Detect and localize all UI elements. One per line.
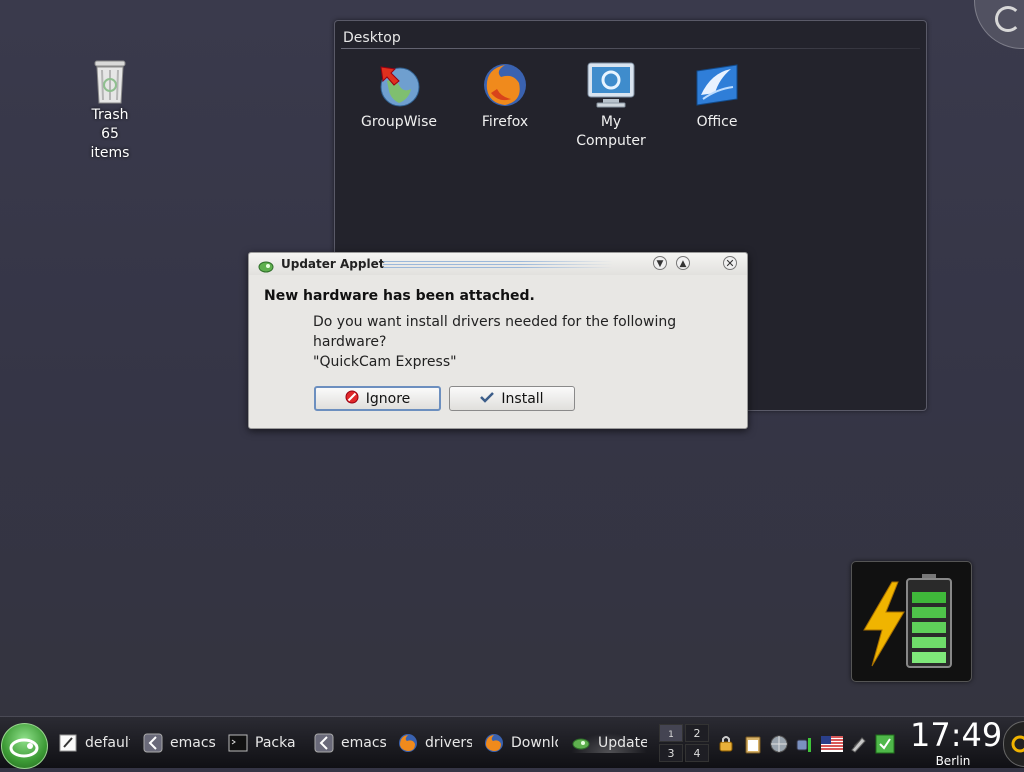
desktop-icon-label: GroupWise [361,114,437,130]
toolbox-icon [1011,735,1024,753]
pager-desktop-1[interactable]: 1 [659,724,683,742]
dialog-question: Do you want install drivers needed for t… [313,314,677,350]
emacs-icon [314,733,334,753]
dialog-titlebar[interactable]: Updater Applet ▼ ▲ ✕ [249,253,747,275]
updater-icon [571,733,591,753]
clipboard-icon[interactable] [743,734,763,754]
desktop-icon-office[interactable]: Office [669,59,765,132]
desktop-icon-label: My Computer [576,114,646,149]
kwallet-icon[interactable] [717,734,737,754]
us-flag-icon[interactable] [821,734,843,754]
firefox-icon [398,733,418,753]
klipper-icon[interactable] [848,734,868,754]
groupwise-icon [373,59,425,111]
battery-widget[interactable] [851,561,972,682]
network-icon[interactable] [769,734,789,754]
panel-toolbox-cashew[interactable] [1003,721,1024,767]
ignore-label: Ignore [365,390,411,407]
maximize-button[interactable]: ▲ [676,256,690,270]
updater-icon [258,258,274,277]
checkmark-icon [480,391,495,407]
trash-desktop-item[interactable]: Trash 65 items [80,58,140,163]
chevron-up-icon: ▲ [679,259,687,269]
virtual-desktop-pager[interactable]: 1 2 3 4 [659,724,709,762]
dialog-title: Updater Applet [281,257,385,271]
task-package[interactable]: Packa [228,733,300,753]
task-updater-active[interactable]: Update [571,733,647,753]
task-label: emacs [341,735,386,751]
ignore-button[interactable]: Ignore [314,386,441,411]
desktop-icon-my-computer[interactable]: My Computer [563,59,659,151]
updater-applet-dialog[interactable]: Updater Applet ▼ ▲ ✕ New hardware has be… [248,252,748,429]
trash-label: Trash [91,107,129,123]
application-launcher-button[interactable] [1,723,48,769]
trash-item-count: 65 items [90,126,130,161]
trash-icon [90,58,130,106]
task-default[interactable]: default [58,733,130,753]
firefox-icon [484,733,504,753]
pager-desktop-4[interactable]: 4 [685,744,709,762]
task-label: emacs [170,735,216,751]
office-icon [691,59,743,111]
power-plug-icon[interactable] [793,734,813,754]
desktop-icon-groupwise[interactable]: GroupWise [351,59,447,132]
task-label: Update [598,735,647,751]
task-label: Downlo [511,735,558,751]
pager-desktop-3[interactable]: 3 [659,744,683,762]
toolbox-icon [995,6,1021,32]
dialog-message: Do you want install drivers needed for t… [313,312,747,372]
folder-view-title: Desktop [343,30,401,46]
minimize-button[interactable]: ▼ [653,256,667,270]
titlebar-decoration [383,261,613,269]
task-label: default [85,735,130,751]
task-emacs-2[interactable]: emacs [314,733,386,753]
install-label: Install [501,390,544,407]
task-label: drivers [425,735,472,751]
terminal-icon [228,733,248,753]
firefox-icon [479,59,531,111]
desktop-icon-firefox[interactable]: Firefox [457,59,553,132]
task-label: Packa [255,735,296,751]
clock-timezone: Berlin [935,754,971,768]
task-emacs-1[interactable]: emacs [143,733,216,753]
pager-desktop-2[interactable]: 2 [685,724,709,742]
close-icon: ✕ [725,257,735,270]
digital-clock[interactable]: 17:49 Berlin [910,715,1003,768]
taskbar-panel: default emacs Packa emacs drivers Downlo… [0,715,1024,769]
task-firefox-drivers[interactable]: drivers [398,733,472,753]
desktop-icon-label: Firefox [481,114,529,130]
opensuse-gecko-icon [9,738,39,758]
folder-view-divider [341,48,920,49]
dialog-heading: New hardware has been attached. [264,288,535,304]
clock-time: 17:49 [910,716,1003,754]
text-editor-icon [58,733,78,753]
ignore-icon [345,390,359,408]
my-computer-icon [585,59,637,111]
emacs-icon [143,733,163,753]
chevron-down-icon: ▼ [656,259,664,269]
install-button[interactable]: Install [449,386,575,411]
hardware-name: "QuickCam Express" [313,354,457,370]
desktop-icon-label: Office [696,114,738,130]
task-firefox-downloads[interactable]: Downlo [484,733,558,753]
close-button[interactable]: ✕ [723,256,737,270]
update-notifier-icon[interactable] [875,734,895,754]
battery-charging-icon [863,574,952,668]
